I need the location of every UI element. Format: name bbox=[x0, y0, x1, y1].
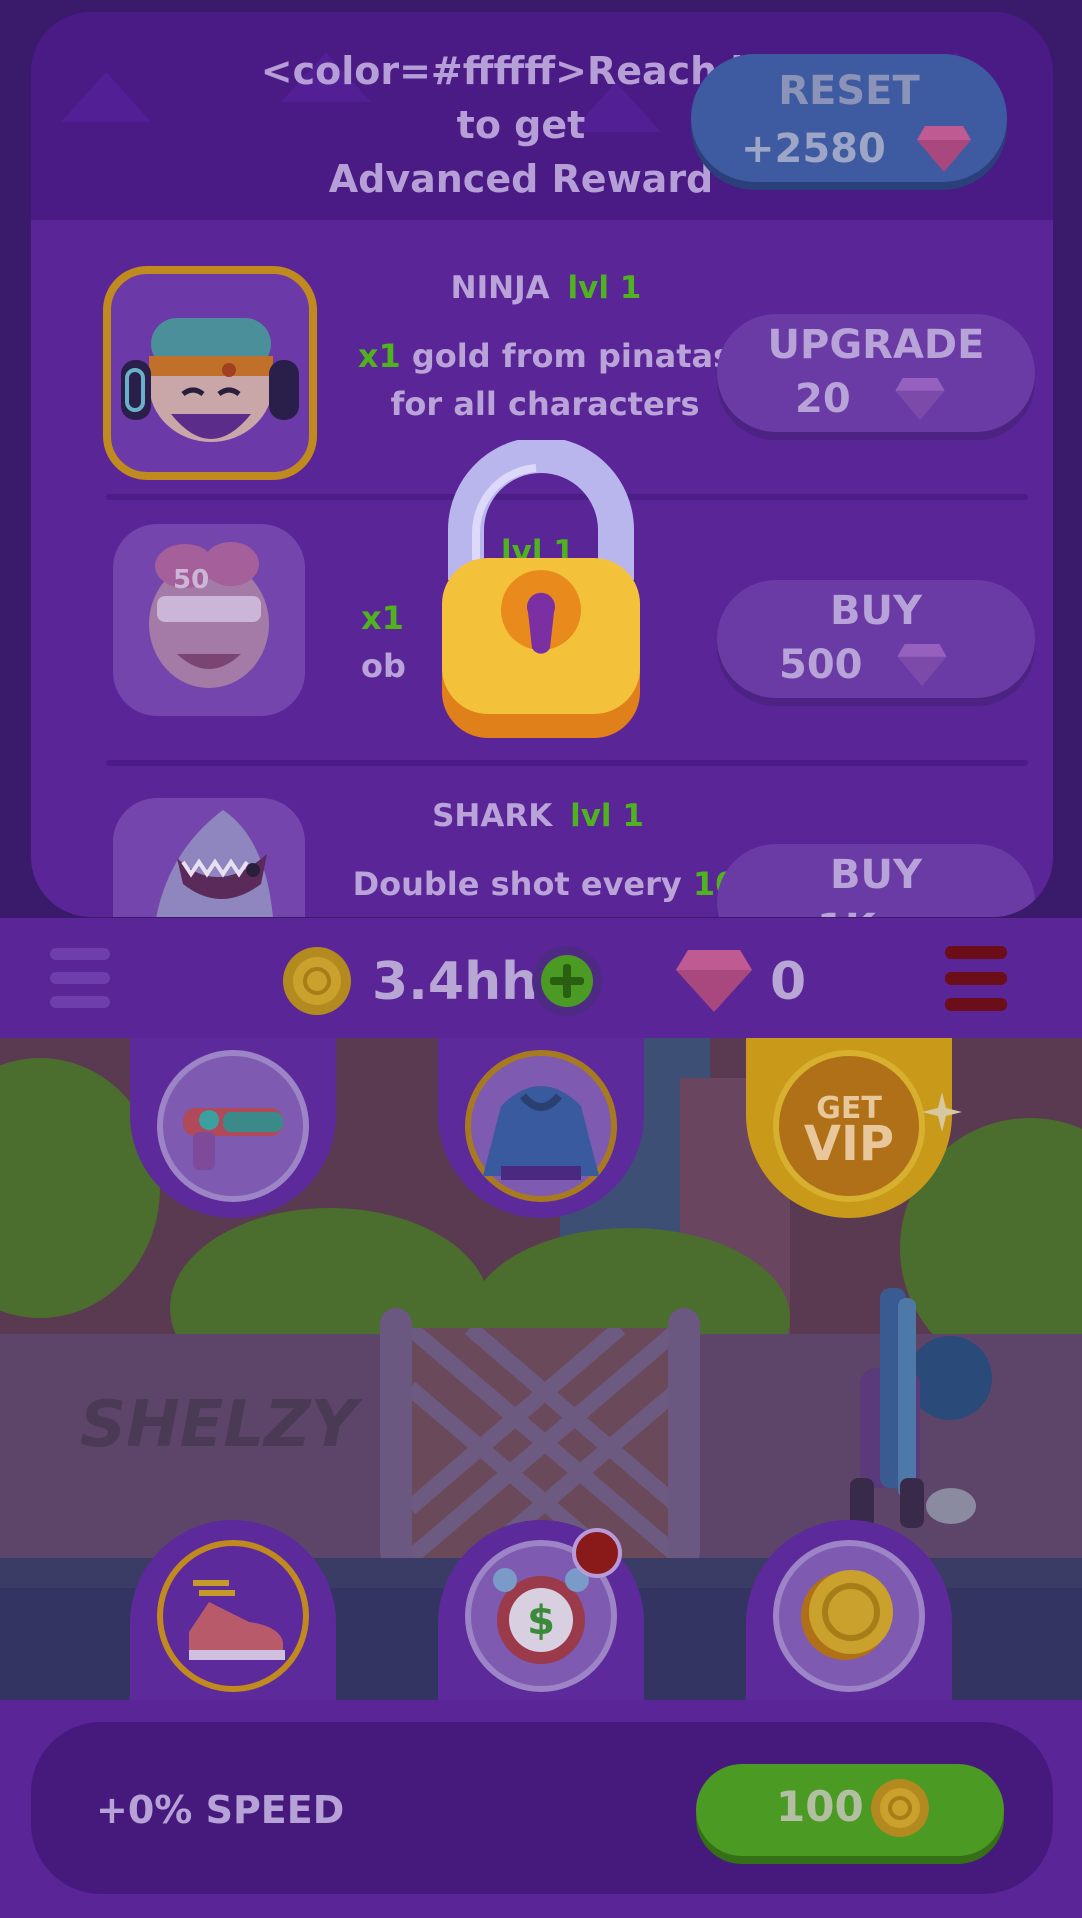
tab-circle bbox=[157, 1050, 309, 1202]
grandpa-avatar-icon: 50 bbox=[149, 542, 269, 688]
sparkle-icon bbox=[922, 1092, 962, 1132]
gold-coin-icon bbox=[801, 1570, 893, 1660]
hoodie-icon bbox=[483, 1086, 599, 1180]
speed-upgrade-button[interactable]: 100 bbox=[696, 1764, 1004, 1856]
ninja-avatar-icon bbox=[121, 318, 299, 442]
locked-character-portrait: 50 bbox=[113, 524, 305, 716]
character-level: lvl 1 bbox=[570, 798, 644, 834]
gem-icon bbox=[676, 950, 752, 1012]
character-row-shark: SHARK lvl 1 Double shot every 10 shots f… bbox=[31, 768, 1053, 917]
notification-badge bbox=[572, 1528, 622, 1578]
buy-label: BUY bbox=[830, 852, 922, 898]
ball bbox=[926, 1488, 976, 1524]
gem-icon bbox=[897, 644, 947, 686]
character-name: NINJA bbox=[450, 270, 550, 306]
add-gold-button[interactable] bbox=[532, 946, 602, 1016]
character-name: SHARK bbox=[432, 798, 553, 834]
character-name-line: NINJA lvl 1 bbox=[356, 270, 736, 306]
game-scene: SHELZY GET VIP $ bbox=[0, 1038, 1082, 1700]
ninja-portrait bbox=[103, 266, 317, 480]
raygun-icon bbox=[183, 1108, 283, 1170]
buy-button[interactable]: BUY 500 bbox=[717, 580, 1035, 698]
upgrade-cost: 20 bbox=[795, 376, 851, 422]
graffiti-text: SHELZY bbox=[80, 1388, 357, 1462]
portrait-number: 50 bbox=[173, 565, 209, 595]
shark-avatar-icon bbox=[156, 810, 273, 917]
fence-post bbox=[380, 1308, 412, 1568]
buy-label: BUY bbox=[830, 588, 922, 634]
lock-icon bbox=[442, 440, 640, 738]
tab-circle bbox=[157, 1540, 309, 1692]
gem-count: 0 bbox=[770, 952, 807, 1012]
character-description: x1 gold from pinatas for all characters bbox=[357, 337, 733, 423]
speed-bonus-label: +0% SPEED bbox=[96, 1788, 345, 1832]
gem-icon bbox=[917, 126, 971, 172]
reset-reward-amount: +2580 bbox=[741, 126, 886, 172]
tab-circle bbox=[465, 1050, 617, 1202]
upgrade-label: UPGRADE bbox=[767, 322, 985, 368]
buy-cost: 1K bbox=[817, 906, 876, 917]
gem-icon bbox=[895, 378, 945, 420]
shark-portrait bbox=[113, 798, 305, 917]
gold-coin-icon bbox=[283, 947, 351, 1015]
fence-post bbox=[668, 1308, 700, 1568]
get-vip-icon: GET VIP bbox=[804, 1091, 894, 1172]
row-divider bbox=[106, 760, 1028, 766]
vip-badge: GET VIP bbox=[773, 1050, 925, 1202]
svg-text:$: $ bbox=[527, 1598, 555, 1644]
speed-upgrade-cost: 100 bbox=[776, 1782, 864, 1831]
gold-coin-icon bbox=[871, 1779, 929, 1837]
tab-circle bbox=[773, 1540, 925, 1692]
character-name-line: SHARK lvl 1 bbox=[348, 798, 728, 834]
gold-amount: 3.4hh bbox=[372, 952, 539, 1012]
sneaker-icon bbox=[189, 1580, 285, 1660]
bg-arrow-decor bbox=[61, 72, 151, 122]
upgrade-button[interactable]: UPGRADE 20 bbox=[717, 314, 1035, 432]
buy-button[interactable]: BUY 1K bbox=[717, 844, 1035, 917]
buy-cost: 500 bbox=[779, 642, 863, 688]
reset-button[interactable]: RESET +2580 bbox=[691, 54, 1007, 182]
vip-label-vip: VIP bbox=[804, 1116, 894, 1172]
reward-header: <color=#ffffff>Reach lvl to get Advanced… bbox=[31, 12, 1053, 220]
character-description: Double shot every 10 shots for all bbox=[352, 865, 738, 917]
reset-label: RESET bbox=[778, 68, 920, 114]
character-level: lvl 1 bbox=[567, 270, 642, 306]
